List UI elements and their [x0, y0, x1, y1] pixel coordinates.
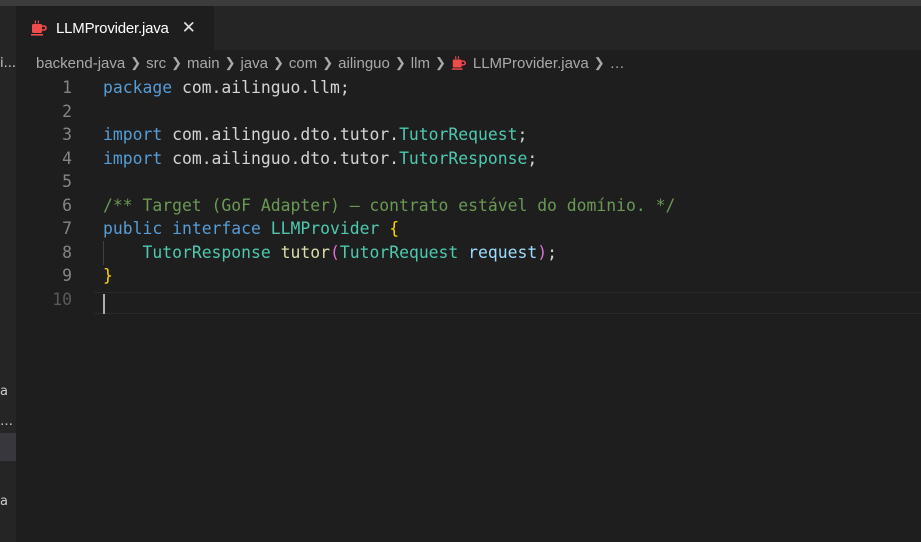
chevron-right-icon: ❯	[224, 55, 236, 70]
code-text: }	[103, 264, 113, 288]
code-text: TutorResponse tutor(TutorRequest request…	[103, 241, 557, 265]
line-number: 7	[62, 219, 72, 238]
chevron-right-icon: ❯	[130, 55, 142, 70]
code-token: com.ailinguo.llm;	[172, 78, 350, 97]
breadcrumb-item[interactable]: src	[146, 55, 166, 72]
editor-window: i... a … a LLMProvider.java ✕ backend-ja…	[0, 0, 921, 542]
line-number: 3	[62, 125, 72, 144]
tab-llmprovider-java[interactable]: LLMProvider.java ✕	[16, 6, 214, 50]
breadcrumb-item[interactable]: llm	[411, 55, 430, 72]
code-token: /** Target (GoF Adapter) — contrato está…	[103, 195, 676, 215]
code-editor[interactable]: 1 package com.ailinguo.llm; 2 3 import com.a…	[16, 76, 921, 542]
line-number: 5	[62, 172, 72, 191]
breadcrumb-item[interactable]: java	[240, 55, 268, 72]
code-token: (	[330, 242, 340, 262]
sidebar-item-fragment[interactable]: …	[0, 414, 16, 430]
breadcrumb-item[interactable]: main	[187, 55, 220, 72]
chevron-right-icon: ❯	[171, 55, 183, 70]
chevron-right-icon: ❯	[434, 55, 446, 70]
java-coffee-icon	[451, 55, 467, 71]
code-line[interactable]: 4 import com.ailinguo.dto.tutor.TutorResp…	[16, 147, 921, 171]
code-token: import	[103, 125, 163, 144]
breadcrumb-item[interactable]: …	[610, 55, 625, 72]
chevron-right-icon: ❯	[273, 55, 284, 70]
code-token: {	[389, 219, 400, 238]
code-token: com.ailinguo.dto.tutor.	[162, 148, 400, 168]
code-line[interactable]: 7 public interface LLMProvider {	[16, 217, 921, 241]
line-number: 6	[62, 195, 72, 215]
code-line[interactable]: 9}	[16, 264, 921, 288]
code-token: TutorResponse	[142, 242, 271, 262]
code-line[interactable]: 8 TutorResponse tutor(TutorRequest reque…	[16, 241, 921, 265]
breadcrumb-item[interactable]: backend-java	[36, 55, 125, 72]
chevron-right-icon: ❯	[322, 55, 334, 70]
chevron-right-icon: ❯	[394, 55, 406, 70]
breadcrumb-item[interactable]: com	[289, 55, 317, 72]
explorer-sidebar[interactable]: i... a … a	[0, 6, 16, 542]
code-token: tutor	[280, 242, 330, 262]
code-line[interactable]: 5	[16, 170, 921, 194]
code-token: package	[103, 78, 173, 97]
sidebar-item-fragment[interactable]: i...	[0, 56, 16, 72]
chevron-right-icon: ❯	[593, 55, 605, 70]
code-line[interactable]: 6 /** Target (GoF Adapter) — contrato est…	[16, 194, 921, 218]
sidebar-selected-item[interactable]	[0, 433, 16, 461]
code-token: import	[103, 148, 163, 168]
breadcrumb: backend-java ❯ src ❯ main ❯ java ❯ com ❯…	[36, 50, 625, 76]
line-number: 8	[62, 242, 72, 262]
code-line[interactable]: 3 import com.ailinguo.dto.tutor.TutorRequ…	[16, 123, 921, 147]
code-token: )	[537, 242, 548, 262]
breadcrumb-item[interactable]: LLMProvider.java	[473, 55, 589, 72]
code-text: package com.ailinguo.llm;	[103, 76, 350, 100]
breadcrumb-item[interactable]: ailinguo	[338, 55, 390, 72]
code-token: public	[103, 219, 163, 238]
code-text: public interface LLMProvider {	[103, 217, 399, 241]
java-coffee-icon	[30, 19, 48, 37]
code-text: /** Target (GoF Adapter) — contrato está…	[103, 194, 675, 218]
code-token: request	[468, 242, 538, 262]
code-token: LLMProvider	[270, 219, 380, 238]
code-text: import com.ailinguo.dto.tutor.TutorReque…	[103, 123, 527, 147]
code-line[interactable]: 10	[16, 288, 921, 312]
sidebar-item-fragment[interactable]: a	[0, 384, 16, 400]
line-number: 2	[62, 101, 72, 121]
code-token: com.ailinguo.dto.tutor.	[162, 125, 400, 144]
code-token: TutorRequest	[399, 125, 518, 144]
code-line[interactable]: 1 package com.ailinguo.llm;	[16, 76, 921, 100]
close-icon[interactable]: ✕	[181, 18, 197, 38]
line-number: 10	[52, 289, 72, 309]
code-token: ;	[547, 242, 557, 262]
tab-label: LLMProvider.java	[56, 19, 169, 37]
code-token: ;	[517, 125, 528, 144]
code-token: TutorResponse	[399, 148, 528, 168]
line-number: 9	[62, 266, 72, 285]
code-text: import com.ailinguo.dto.tutor.TutorRespo…	[103, 147, 537, 171]
code-line[interactable]: 2	[16, 100, 921, 124]
line-number: 1	[62, 78, 72, 97]
code-token: TutorRequest	[339, 242, 459, 262]
tab-bar: LLMProvider.java ✕	[16, 6, 921, 50]
sidebar-item-fragment[interactable]: a	[0, 494, 16, 510]
line-number: 4	[62, 148, 72, 168]
code-token: }	[103, 266, 113, 285]
code-token: ;	[527, 148, 538, 168]
code-token: interface	[172, 219, 261, 238]
